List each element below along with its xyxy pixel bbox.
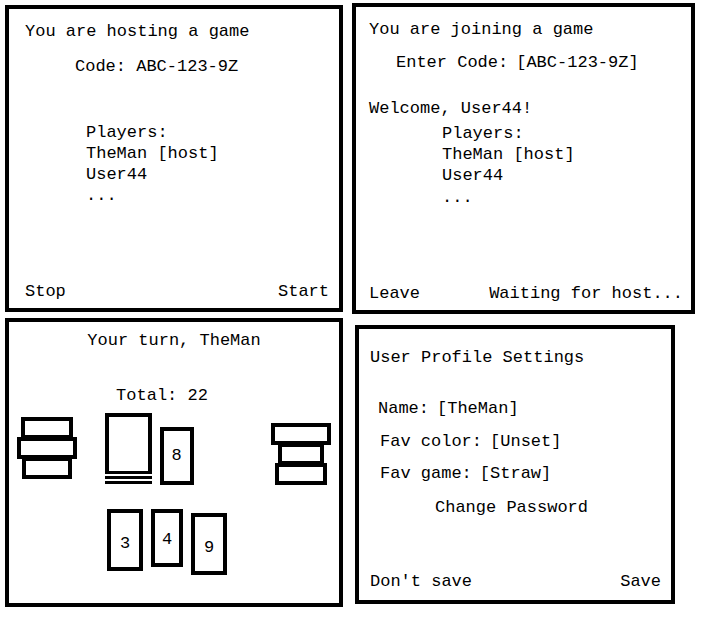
card-back (21, 417, 73, 439)
players-label: Players: (86, 122, 329, 143)
field-label: Fav game: (380, 463, 472, 484)
field-value[interactable]: [Unset] (490, 431, 561, 452)
game-panel: Your turn, TheManTotal: 228349 (5, 318, 343, 607)
deck-edge (105, 471, 152, 485)
start-button[interactable]: Start (278, 281, 329, 302)
field-label: Fav color: (380, 431, 482, 452)
code-label: Enter Code: (396, 52, 508, 73)
welcome-text: Welcome, User44! (369, 98, 683, 119)
card-back (22, 457, 72, 479)
profile-panel: User Profile Settings Name: [TheMan] Fav co… (355, 325, 675, 604)
player-list: Players:TheMan [host]User44... (442, 123, 683, 208)
screens: You are hosting a game Code: ABC-123-9Z Pl… (0, 0, 705, 607)
status-text: Waiting for host... (489, 283, 683, 304)
hand-card[interactable]: 3 (107, 509, 143, 571)
field-value[interactable]: [TheMan] (437, 398, 519, 419)
save-button[interactable]: Save (620, 571, 661, 592)
profile-field: Name: [TheMan] (378, 398, 661, 419)
profile-field: Fav game: [Straw] (380, 463, 661, 484)
table-area: 8 (17, 413, 331, 485)
host-title: You are hosting a game (25, 21, 329, 42)
host-panel: You are hosting a game Code: ABC-123-9Z Pl… (5, 5, 343, 312)
hand-card[interactable]: 4 (151, 509, 183, 567)
table-card: 8 (160, 427, 194, 485)
field-label: Name: (378, 398, 429, 419)
footer: Leave Waiting for host... (369, 283, 683, 304)
field-value[interactable]: [Straw] (480, 463, 551, 484)
card-back (275, 463, 327, 485)
dont-save-button[interactable]: Don't save (370, 571, 472, 592)
opponent-left-stack (17, 417, 77, 479)
draw-deck[interactable] (105, 413, 152, 485)
player-item: ... (86, 185, 329, 206)
footer: Stop Start (25, 281, 329, 302)
card-back (17, 437, 77, 459)
player-item: ... (442, 187, 683, 208)
join-title: You are joining a game (369, 19, 683, 40)
profile-field: Fav color: [Unset] (380, 431, 661, 452)
player-item: User44 (442, 165, 683, 186)
turn-text: Your turn, TheMan (17, 330, 331, 351)
join-panel: You are joining a game Enter Code: [ABC-12… (352, 3, 695, 314)
footer: Don't save Save (370, 571, 661, 592)
leave-button[interactable]: Leave (369, 283, 420, 304)
card-back (271, 423, 331, 445)
game-code: Code: ABC-123-9Z (75, 56, 329, 77)
player-list: Players:TheMan [host]User44... (86, 122, 329, 207)
hand: 349 (17, 509, 331, 575)
profile-title: User Profile Settings (370, 347, 661, 368)
opponent-right-stack (271, 423, 331, 485)
stop-button[interactable]: Stop (25, 281, 66, 302)
change-password-link[interactable]: Change Password (435, 497, 661, 518)
total-text: Total: 22 (0, 385, 331, 406)
code-row: Enter Code: [ABC-123-9Z] (396, 52, 683, 73)
card-back (278, 443, 324, 465)
table-center: 8 (105, 413, 194, 485)
player-item: TheMan [host] (86, 143, 329, 164)
hand-card[interactable]: 9 (191, 513, 227, 575)
player-item: TheMan [host] (442, 144, 683, 165)
profile-fields: Name: [TheMan] Fav color: [Unset] Fav game: [… (380, 398, 661, 495)
players-label: Players: (442, 123, 683, 144)
code-field[interactable]: [ABC-123-9Z] (516, 52, 638, 73)
player-item: User44 (86, 164, 329, 185)
